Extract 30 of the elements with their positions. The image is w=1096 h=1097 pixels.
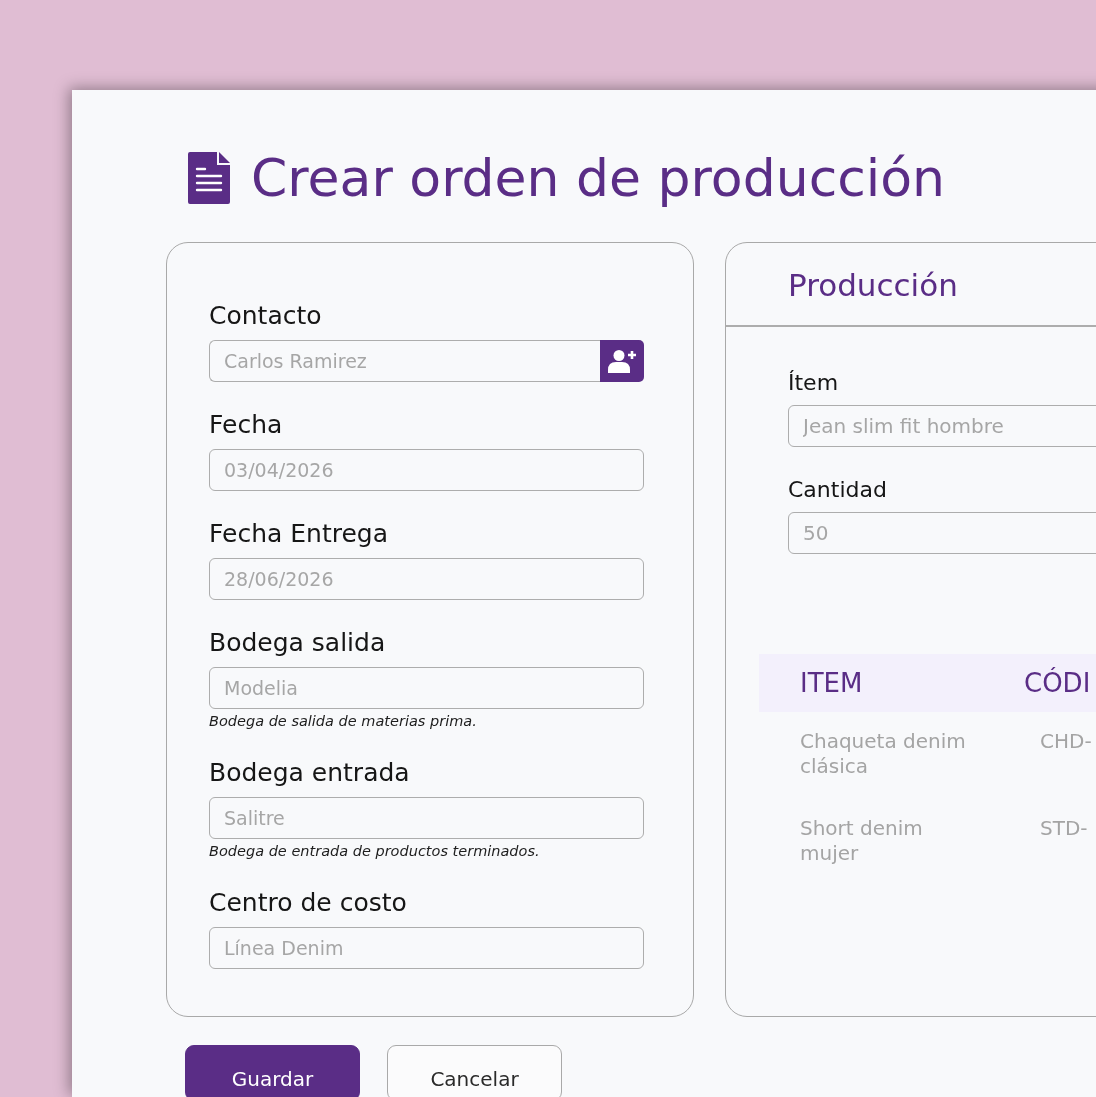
input-field[interactable]: Carlos Ramirez [209, 340, 600, 382]
save-button[interactable]: Guardar [185, 1045, 360, 1097]
input-field[interactable]: Línea Denim [209, 927, 644, 969]
field-label: Fecha Entrega [209, 519, 389, 549]
table-cell-text: Short denim mujer [800, 815, 924, 866]
field-label: Ítem [788, 368, 840, 397]
document-icon [188, 152, 230, 204]
input-field[interactable]: Salitre [209, 797, 644, 839]
card-title: Producción [788, 266, 959, 304]
field-label: Fecha [209, 410, 284, 440]
input-field[interactable]: 03/04/2026 [209, 449, 644, 491]
field-label: Cantidad [788, 475, 888, 504]
user-plus-icon [608, 349, 636, 373]
page-title: Crear orden de producción [251, 148, 946, 208]
field-label: Bodega entrada [209, 758, 411, 788]
field-label: Contacto [209, 301, 323, 331]
column-header: CÓDI [1024, 666, 1092, 699]
cancel-button[interactable]: Cancelar [387, 1045, 562, 1097]
table-cell-text: Chaqueta denim clásica [800, 728, 967, 779]
input-field[interactable]: Modelia [209, 667, 644, 709]
input-field[interactable]: 28/06/2026 [209, 558, 644, 600]
field-label: Bodega salida [209, 628, 387, 658]
field-hint: Bodega de salida de materias prima. [209, 712, 478, 730]
table-cell-text: STD- [1039, 815, 1088, 841]
add-contact-button[interactable] [600, 340, 644, 382]
table-cell-text: CHD- [1039, 728, 1092, 754]
column-header: ITEM [800, 666, 864, 699]
field-hint: Bodega de entrada de productos terminados. [209, 842, 541, 860]
input-field[interactable]: 50 [788, 511, 1096, 554]
field-label: Centro de costo [209, 888, 408, 918]
